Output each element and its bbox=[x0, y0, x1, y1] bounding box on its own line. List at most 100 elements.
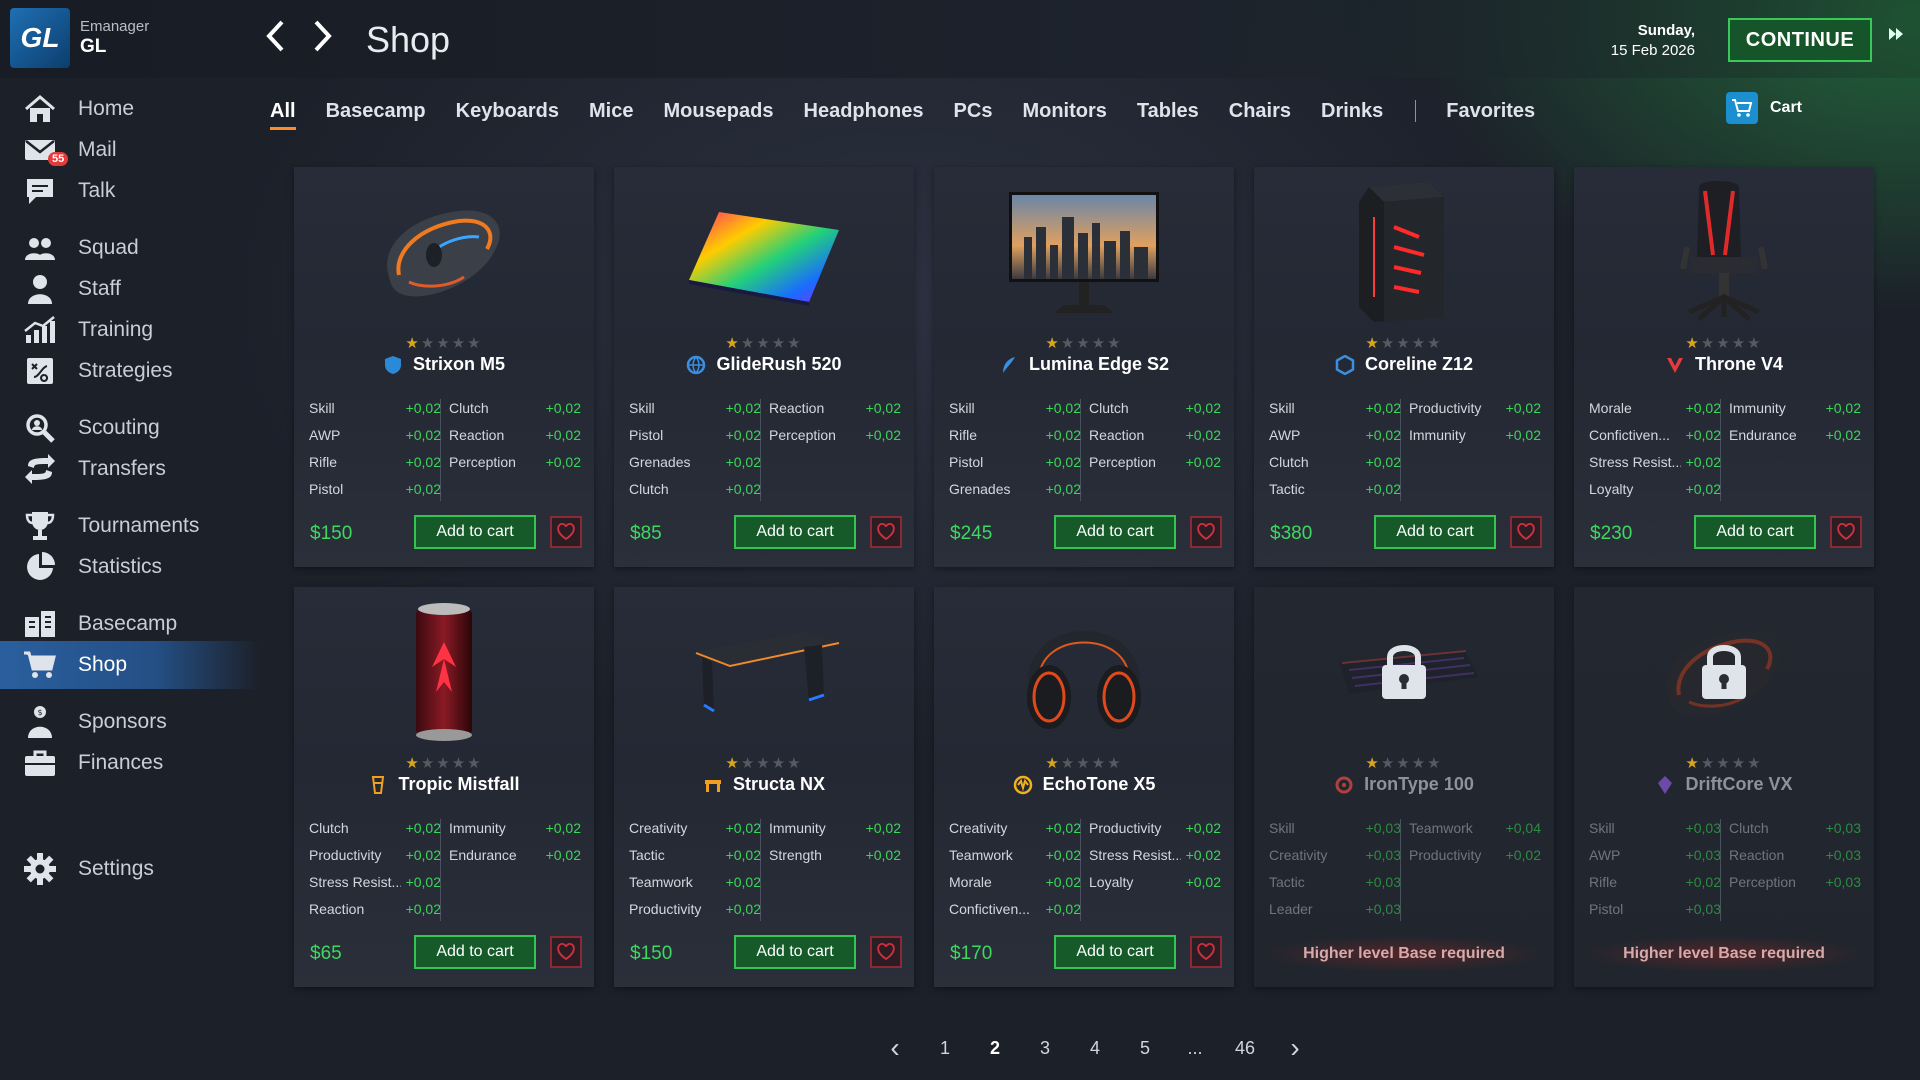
product-name-text: Throne V4 bbox=[1694, 354, 1783, 374]
stat-name: Pistol bbox=[949, 454, 984, 470]
stat-name: Leader bbox=[1269, 901, 1313, 917]
product-image bbox=[984, 597, 1184, 747]
next-page-icon[interactable]: › bbox=[1270, 1032, 1320, 1064]
lock-icon bbox=[1378, 639, 1430, 703]
page-1[interactable]: 1 bbox=[920, 1038, 970, 1059]
tab-favorites[interactable]: Favorites bbox=[1446, 100, 1535, 123]
tab-headphones[interactable]: Headphones bbox=[804, 100, 924, 123]
product-card[interactable]: ★★★★★ Throne V4 Morale +0,02 Confictiven... +… bbox=[1574, 167, 1874, 567]
continue-button[interactable]: CONTINUE bbox=[1728, 18, 1872, 62]
tab-keyboards[interactable]: Keyboards bbox=[456, 100, 559, 123]
favorite-heart-icon[interactable] bbox=[550, 516, 582, 548]
add-to-cart-button[interactable]: Add to cart bbox=[1054, 515, 1176, 549]
forward-arrow-icon[interactable] bbox=[308, 16, 338, 56]
favorite-heart-icon[interactable] bbox=[1190, 936, 1222, 968]
sidebar-item-settings[interactable]: Settings bbox=[0, 845, 260, 893]
fast-forward-icon[interactable] bbox=[1888, 24, 1904, 47]
sidebar-item-transfers[interactable]: Transfers bbox=[0, 445, 260, 493]
product-name: Coreline Z12 bbox=[1254, 354, 1554, 375]
add-to-cart-button[interactable]: Add to cart bbox=[1374, 515, 1496, 549]
add-to-cart-button[interactable]: Add to cart bbox=[1054, 935, 1176, 969]
tab-chairs[interactable]: Chairs bbox=[1229, 100, 1291, 123]
stat-name: Perception bbox=[1089, 454, 1156, 470]
product-card[interactable]: ★★★★★ Tropic Mistfall Clutch +0,02 Productiv… bbox=[294, 587, 594, 987]
stat-row: Creativity +0,03 bbox=[1269, 847, 1405, 867]
tab-tables[interactable]: Tables bbox=[1137, 100, 1199, 123]
stat-row: Pistol +0,02 bbox=[309, 481, 445, 501]
stat-value: +0,02 bbox=[1045, 454, 1081, 470]
pagination: ‹ 1 2 3 4 5... 46 › bbox=[870, 1032, 1320, 1064]
product-card[interactable]: ★★★★★ Structa NX Creativity +0,02 Tactic +0,0… bbox=[614, 587, 914, 987]
tab-pcs[interactable]: PCs bbox=[954, 100, 993, 123]
product-card[interactable]: ★★★★★ EchoTone X5 Creativity +0,02 Teamwork +… bbox=[934, 587, 1234, 987]
page-4[interactable]: 4 bbox=[1070, 1038, 1120, 1059]
favorite-heart-icon[interactable] bbox=[870, 516, 902, 548]
brand-gear-icon bbox=[1334, 775, 1354, 795]
sidebar-item-label: Strategies bbox=[78, 359, 173, 382]
tab-monitors[interactable]: Monitors bbox=[1022, 100, 1106, 123]
sidebar-item-finances[interactable]: Finances bbox=[0, 739, 260, 787]
favorite-heart-icon[interactable] bbox=[1510, 516, 1542, 548]
page-46[interactable]: 46 bbox=[1220, 1038, 1270, 1059]
sidebar-item-talk[interactable]: Talk bbox=[0, 167, 260, 215]
stat-name: Endurance bbox=[449, 847, 517, 863]
cart-button[interactable]: Cart bbox=[1726, 92, 1802, 124]
locked-message: Higher level Base required bbox=[1270, 937, 1538, 971]
stat-name: Productivity bbox=[629, 901, 702, 917]
tab-all[interactable]: All bbox=[270, 100, 296, 130]
favorite-heart-icon[interactable] bbox=[550, 936, 582, 968]
favorite-heart-icon[interactable] bbox=[1830, 516, 1862, 548]
back-arrow-icon[interactable] bbox=[260, 16, 290, 56]
page-2[interactable]: 2 bbox=[970, 1038, 1020, 1059]
rating-stars: ★★★★★ bbox=[1685, 755, 1763, 772]
stat-row: AWP +0,02 bbox=[1269, 427, 1405, 447]
stat-value: +0,02 bbox=[1685, 427, 1721, 443]
sidebar-item-label: Home bbox=[78, 97, 135, 120]
sidebar-item-strategies[interactable]: Strategies bbox=[0, 347, 260, 395]
tab-mousepads[interactable]: Mousepads bbox=[663, 100, 773, 123]
product-card[interactable]: ★★★★★ IronType 100 Skill +0,03 Creativity +0,… bbox=[1254, 587, 1554, 987]
tab-basecamp[interactable]: Basecamp bbox=[326, 100, 426, 123]
add-to-cart-button[interactable]: Add to cart bbox=[1694, 515, 1816, 549]
product-name: Lumina Edge S2 bbox=[934, 354, 1234, 375]
page-3[interactable]: 3 bbox=[1020, 1038, 1070, 1059]
stat-row: Perception +0,02 bbox=[769, 427, 905, 447]
stat-name: Skill bbox=[309, 400, 335, 416]
sidebar-item-shop[interactable]: Shop bbox=[0, 641, 260, 689]
date-day: Sunday, bbox=[1637, 22, 1695, 39]
favorite-heart-icon[interactable] bbox=[1190, 516, 1222, 548]
brand-crystal-icon bbox=[1655, 775, 1675, 795]
stat-name: Immunity bbox=[1409, 427, 1466, 443]
product-price: $245 bbox=[950, 523, 993, 544]
product-card[interactable]: ★★★★★ Strixon M5 Skill +0,02 AWP +0,02 Rifle +0… bbox=[294, 167, 594, 567]
add-to-cart-button[interactable]: Add to cart bbox=[734, 515, 856, 549]
prev-page-icon[interactable]: ‹ bbox=[870, 1032, 920, 1064]
stat-value: +0,02 bbox=[545, 454, 581, 470]
add-to-cart-button[interactable]: Add to cart bbox=[734, 935, 856, 969]
product-card[interactable]: ★★★★★ GlideRush 520 Skill +0,02 Pistol +0,02 G… bbox=[614, 167, 914, 567]
stat-value: +0,02 bbox=[1825, 427, 1861, 443]
rating-stars: ★★★★★ bbox=[1685, 335, 1763, 352]
stat-row: Confictiven... +0,02 bbox=[949, 901, 1085, 921]
stat-name: Teamwork bbox=[629, 874, 693, 890]
sidebar-item-label: Shop bbox=[78, 653, 128, 676]
add-to-cart-button[interactable]: Add to cart bbox=[414, 935, 536, 969]
page-title: Shop bbox=[366, 19, 451, 60]
add-to-cart-button[interactable]: Add to cart bbox=[414, 515, 536, 549]
stat-value: +0,02 bbox=[1045, 874, 1081, 890]
product-card[interactable]: ★★★★★ Lumina Edge S2 Skill +0,02 Rifle +0,02 P… bbox=[934, 167, 1234, 567]
sidebar-item-label: Transfers bbox=[78, 457, 166, 480]
stat-name: Perception bbox=[1729, 874, 1796, 890]
product-price: $170 bbox=[950, 943, 993, 964]
tab-mice[interactable]: Mice bbox=[589, 100, 633, 123]
product-card[interactable]: ★★★★★ DriftCore VX Skill +0,03 AWP +0,03 Rifle… bbox=[1574, 587, 1874, 987]
tab-drinks[interactable]: Drinks bbox=[1321, 100, 1383, 123]
stat-value: +0,03 bbox=[1365, 847, 1401, 863]
stat-value: +0,02 bbox=[1185, 820, 1221, 836]
rating-stars: ★★★★★ bbox=[725, 335, 803, 352]
sidebar-item-statistics[interactable]: Statistics bbox=[0, 543, 260, 591]
page-5[interactable]: 5 bbox=[1120, 1038, 1170, 1059]
favorite-heart-icon[interactable] bbox=[870, 936, 902, 968]
stat-row: AWP +0,03 bbox=[1589, 847, 1725, 867]
product-card[interactable]: ★★★★★ Coreline Z12 Skill +0,02 AWP +0,02 Clutc… bbox=[1254, 167, 1554, 567]
